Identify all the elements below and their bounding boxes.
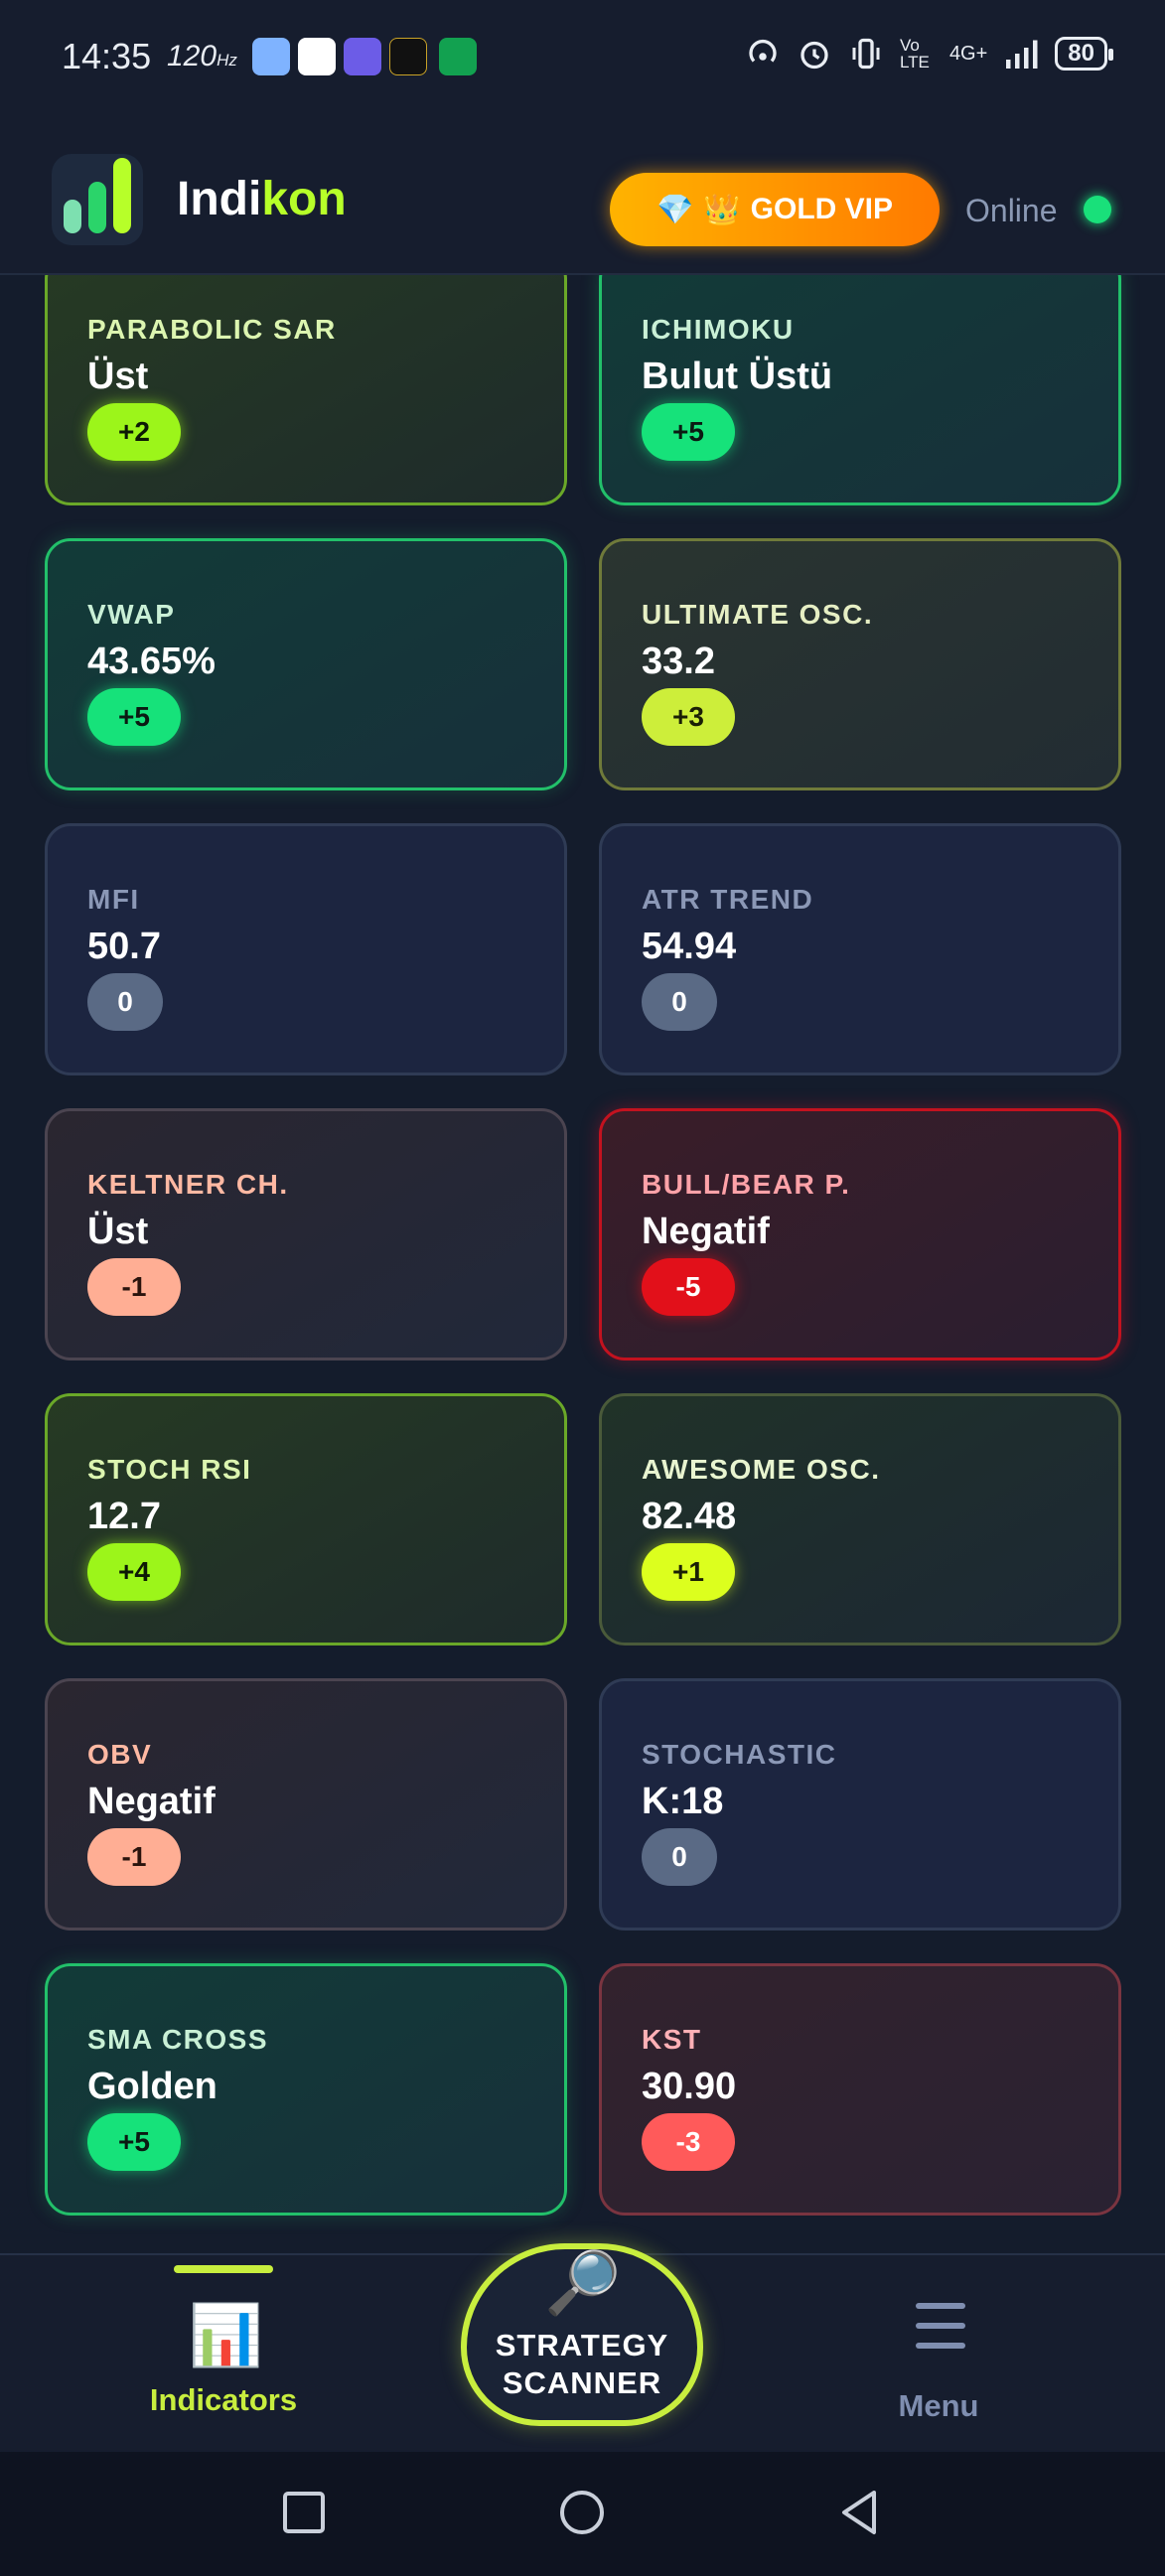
brand-name: Indikon <box>177 173 347 225</box>
indicator-label: SMA CROSS <box>87 2024 269 2055</box>
indicator-card[interactable]: BULL/BEAR P. Negatif -5 <box>599 1108 1121 1360</box>
score-badge: -3 <box>642 2113 735 2171</box>
signal-icon <box>1006 40 1038 69</box>
indicator-label: STOCHASTIC <box>642 1739 837 1770</box>
exchange-app-icon <box>389 38 427 75</box>
indicator-card[interactable]: SMA CROSS Golden +5 <box>45 1963 567 2216</box>
score-badge: +4 <box>87 1543 181 1601</box>
score-badge: +5 <box>642 403 735 461</box>
indicator-label: OBV <box>87 1739 153 1770</box>
indicator-value: 82.48 <box>642 1496 737 1537</box>
indicator-value: K:18 <box>642 1781 724 1822</box>
score-badge: +2 <box>87 403 181 461</box>
scanner-label: STRATEGY SCANNER <box>495 2328 669 2400</box>
score-badge: -1 <box>87 1258 181 1316</box>
status-time: 14:35 <box>62 36 152 76</box>
home-icon[interactable] <box>556 2487 608 2538</box>
hotspot-icon <box>749 39 777 63</box>
refresh-rate: 120Hz <box>167 40 237 72</box>
indicator-card[interactable]: PARABOLIC SAR Üst +2 <box>45 275 567 505</box>
indicator-value: 12.7 <box>87 1496 161 1537</box>
nav-menu-label: Menu <box>898 2388 979 2423</box>
indicator-label: AWESOME OSC. <box>642 1454 881 1485</box>
score-badge: -1 <box>87 1828 181 1886</box>
volte-label: Vo LTE <box>899 36 930 72</box>
indicator-label: PARABOLIC SAR <box>87 314 337 345</box>
indicator-card[interactable]: VWAP 43.65% +5 <box>45 538 567 790</box>
indicator-label: KST <box>642 2024 702 2055</box>
status-icons: Vo LTE 4G+ 80 <box>745 36 1113 72</box>
indicator-card[interactable]: OBV Negatif -1 <box>45 1678 567 1931</box>
gold-vip-button[interactable]: 💎 👑 GOLD VIP <box>610 173 940 246</box>
indicator-value: Negatif <box>642 1211 770 1252</box>
network-label: 4G+ <box>948 42 988 65</box>
indicator-value: Negatif <box>87 1781 216 1822</box>
online-dot-icon <box>1084 196 1111 223</box>
indicator-grid: PARABOLIC SAR Üst +2 ICHIMOKU Bulut Üstü +5 VW… <box>0 275 1165 2261</box>
leaf-app-icon <box>439 38 477 75</box>
indicator-value: 30.90 <box>642 2066 737 2107</box>
indicator-card[interactable]: STOCHASTIC K:18 0 <box>599 1678 1121 1931</box>
indicator-card[interactable]: ICHIMOKU Bulut Üstü +5 <box>599 275 1121 505</box>
battery-indicator: 80 <box>1055 37 1113 71</box>
active-tab-indicator <box>174 2265 273 2273</box>
indicator-value: 43.65% <box>87 641 216 682</box>
tablet-app-icon <box>298 38 336 75</box>
indicator-label: MFI <box>87 884 140 915</box>
gem-icon: 💎 <box>655 193 694 226</box>
status-bar: 14:35 120Hz Vo LTE 4G+ 80 <box>0 0 1165 114</box>
indicator-value: Üst <box>87 356 149 397</box>
score-badge: 0 <box>87 973 163 1031</box>
online-status: Online <box>965 193 1058 228</box>
indicator-label: STOCH RSI <box>87 1454 252 1485</box>
bottom-nav: 📊 Indicators 🔎 STRATEGY SCANNER Menu <box>0 2243 1165 2452</box>
indicator-value: Bulut Üstü <box>642 356 833 397</box>
indicator-label: ICHIMOKU <box>642 314 795 345</box>
crown-icon: 👑 <box>703 193 741 226</box>
indicator-value: 33.2 <box>642 641 715 682</box>
score-badge: +3 <box>642 688 735 746</box>
indicator-value: Golden <box>87 2066 218 2107</box>
indicator-value: Üst <box>87 1211 149 1252</box>
logo-icon <box>52 154 143 245</box>
score-badge: +5 <box>87 2113 181 2171</box>
indicator-card[interactable]: KST 30.90 -3 <box>599 1963 1121 2216</box>
planet-app-icon <box>344 38 381 75</box>
strategy-scanner-button[interactable]: 🔎 STRATEGY SCANNER <box>461 2243 703 2426</box>
menu-icon <box>916 2303 965 2353</box>
indicator-label: VWAP <box>87 599 176 630</box>
indicator-label: BULL/BEAR P. <box>642 1169 851 1200</box>
alarm-icon <box>801 41 828 70</box>
indicator-card[interactable]: AWESOME OSC. 82.48 +1 <box>599 1393 1121 1646</box>
chart-icon: 📊 <box>189 2302 263 2368</box>
indicator-value: 50.7 <box>87 926 161 967</box>
indicator-card[interactable]: KELTNER CH. Üst -1 <box>45 1108 567 1360</box>
indicator-label: ATR TREND <box>642 884 814 915</box>
system-nav-bar <box>0 2452 1165 2576</box>
chat-app-icon <box>252 38 290 75</box>
back-icon[interactable] <box>834 2487 886 2538</box>
recents-icon[interactable] <box>278 2487 330 2538</box>
indicator-card[interactable]: ULTIMATE OSC. 33.2 +3 <box>599 538 1121 790</box>
indicator-value: 54.94 <box>642 926 737 967</box>
score-badge: -5 <box>642 1258 735 1316</box>
magnifier-icon: 🔎 <box>544 2249 622 2318</box>
score-badge: 0 <box>642 1828 717 1886</box>
vibrate-icon <box>852 38 880 70</box>
indicator-label: ULTIMATE OSC. <box>642 599 874 630</box>
indicator-label: KELTNER CH. <box>87 1169 289 1200</box>
score-badge: 0 <box>642 973 717 1031</box>
score-badge: +5 <box>87 688 181 746</box>
indicator-card[interactable]: MFI 50.7 0 <box>45 823 567 1075</box>
nav-indicators-label: Indicators <box>149 2382 298 2417</box>
vip-label: GOLD VIP <box>750 193 894 225</box>
app-header: Indikon 💎 👑 GOLD VIP Online <box>0 114 1165 275</box>
score-badge: +1 <box>642 1543 735 1601</box>
indicator-card[interactable]: STOCH RSI 12.7 +4 <box>45 1393 567 1646</box>
indicator-card[interactable]: ATR TREND 54.94 0 <box>599 823 1121 1075</box>
